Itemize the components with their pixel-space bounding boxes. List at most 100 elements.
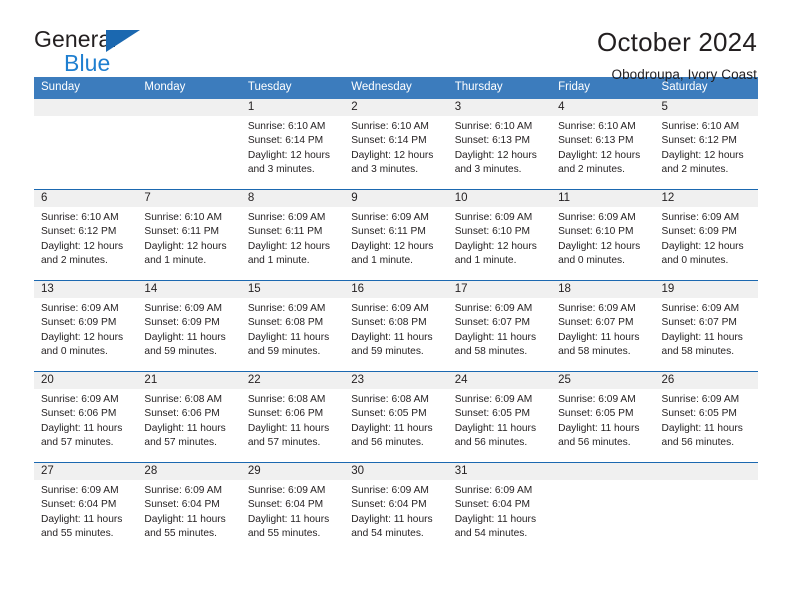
day-cell-5[interactable]: 5 Sunrise: 6:10 AM Sunset: 6:12 PM Daylight… [654,99,758,190]
day-number: 2 [344,99,448,117]
day-cell-16[interactable]: 16 Sunrise: 6:09 AM Sunset: 6:08 PM Dayligh… [344,281,448,372]
day-detail-line: and 55 minutes. [41,527,114,539]
day-detail-line: and 3 minutes. [454,163,522,175]
day-number: 30 [344,463,448,481]
day-cell-4[interactable]: 4 Sunrise: 6:10 AM Sunset: 6:13 PM Daylight… [551,99,655,190]
day-cell-18[interactable]: 18 Sunrise: 6:09 AM Sunset: 6:07 PM Dayligh… [551,281,655,372]
day-number: 22 [240,372,345,390]
calendar-week-row: 13 Sunrise: 6:09 AM Sunset: 6:09 PM Dayligh… [34,280,758,372]
day-cell-20[interactable]: 20 Sunrise: 6:09 AM Sunset: 6:06 PM Dayligh… [34,372,138,463]
day-cell-12[interactable]: 12 Sunrise: 6:09 AM Sunset: 6:09 PM Dayligh… [654,190,758,281]
day-detail-line: Daylight: 11 hours [454,513,537,525]
day-cell-empty [551,463,655,554]
day-detail-line: Sunrise: 6:10 AM [144,212,223,224]
day-detail-line: Sunset: 6:04 PM [144,499,220,511]
day-detail-line: Sunset: 6:06 PM [41,408,117,420]
day-detail-line: Sunrise: 6:10 AM [351,121,429,133]
day-cell-9[interactable]: 9 Sunrise: 6:09 AM Sunset: 6:11 PM Daylight… [344,190,448,281]
day-detail-line: Sunrise: 6:08 AM [247,394,326,406]
day-number: 14 [137,281,241,299]
day-detail-line: and 57 minutes. [144,436,217,448]
day-cell-31[interactable]: 31 Sunrise: 6:09 AM Sunset: 6:04 PM Dayligh… [447,463,552,554]
day-cell-3[interactable]: 3 Sunrise: 6:10 AM Sunset: 6:13 PM Daylight… [447,99,552,190]
day-details: Sunrise: 6:09 AM Sunset: 6:11 PM Daylight:… [241,207,344,268]
day-detail-line: Sunset: 6:09 PM [41,317,117,329]
day-cell-25[interactable]: 25 Sunrise: 6:09 AM Sunset: 6:05 PM Dayligh… [551,372,655,463]
day-cell-13[interactable]: 13 Sunrise: 6:09 AM Sunset: 6:09 PM Dayligh… [34,281,138,372]
day-cell-6[interactable]: 6 Sunrise: 6:10 AM Sunset: 6:12 PM Daylight… [34,190,138,281]
day-cell-22[interactable]: 22 Sunrise: 6:08 AM Sunset: 6:06 PM Dayligh… [240,372,345,463]
day-detail-line: Daylight: 11 hours [661,331,743,343]
day-detail-line: Sunrise: 6:09 AM [144,303,223,315]
day-cell-11[interactable]: 11 Sunrise: 6:09 AM Sunset: 6:10 PM Dayligh… [551,190,655,281]
logo-text-general: General [34,26,117,52]
day-cell-21[interactable]: 21 Sunrise: 6:08 AM Sunset: 6:06 PM Dayligh… [137,372,241,463]
day-detail-line: and 0 minutes. [41,345,108,357]
day-detail-line: Daylight: 12 hours [454,240,537,252]
day-detail-line: Sunset: 6:04 PM [454,499,531,511]
day-cell-17[interactable]: 17 Sunrise: 6:09 AM Sunset: 6:07 PM Dayligh… [447,281,552,372]
day-cell-8[interactable]: 8 Sunrise: 6:09 AM Sunset: 6:11 PM Daylight… [240,190,345,281]
general-blue-logo[interactable]: General Blue [34,28,164,84]
day-details: Sunrise: 6:09 AM Sunset: 6:07 PM Daylight:… [655,298,758,359]
day-detail-line: Sunset: 6:11 PM [351,226,426,238]
day-cell-30[interactable]: 30 Sunrise: 6:09 AM Sunset: 6:04 PM Dayligh… [344,463,448,554]
day-detail-line: Daylight: 11 hours [351,331,433,343]
weekday-header-wednesday: Wednesday [351,81,412,93]
day-details: Sunrise: 6:10 AM Sunset: 6:12 PM Daylight:… [655,116,758,177]
day-details: Sunrise: 6:09 AM Sunset: 6:05 PM Daylight:… [551,389,654,450]
day-detail-line: Sunrise: 6:10 AM [247,121,326,133]
day-cell-29[interactable]: 29 Sunrise: 6:09 AM Sunset: 6:04 PM Dayligh… [240,463,345,554]
day-cell-27[interactable]: 27 Sunrise: 6:09 AM Sunset: 6:04 PM Dayligh… [34,463,138,554]
day-cell-28[interactable]: 28 Sunrise: 6:09 AM Sunset: 6:04 PM Dayligh… [137,463,241,554]
day-detail-line: Sunrise: 6:09 AM [661,212,740,224]
day-cell-24[interactable]: 24 Sunrise: 6:09 AM Sunset: 6:05 PM Dayligh… [447,372,552,463]
day-detail-line: Sunset: 6:08 PM [351,317,427,329]
day-cell-19[interactable]: 19 Sunrise: 6:09 AM Sunset: 6:07 PM Dayligh… [654,281,758,372]
day-detail-line: Sunset: 6:04 PM [247,499,324,511]
day-number: 15 [240,281,345,299]
day-detail-line: Daylight: 12 hours [558,240,641,252]
day-details: Sunrise: 6:09 AM Sunset: 6:04 PM Daylight:… [34,480,137,541]
day-detail-line: and 3 minutes. [247,163,315,175]
day-detail-line: and 1 minute. [454,254,517,266]
day-detail-line: Sunset: 6:05 PM [454,408,531,420]
day-detail-line: Sunrise: 6:10 AM [41,212,119,224]
day-cell-10[interactable]: 10 Sunrise: 6:09 AM Sunset: 6:10 PM Dayligh… [447,190,552,281]
calendar-grid: Sunday Monday Tuesday Wednesday Thursday Frid… [34,77,758,554]
day-detail-line: Sunset: 6:14 PM [351,135,427,147]
day-details: Sunrise: 6:09 AM Sunset: 6:09 PM Daylight:… [655,207,758,268]
day-detail-line: Sunset: 6:04 PM [41,499,117,511]
day-cell-2[interactable]: 2 Sunrise: 6:10 AM Sunset: 6:14 PM Daylight… [344,99,448,190]
logo-text-blue: Blue [64,50,111,76]
day-cell-1[interactable]: 1 Sunrise: 6:10 AM Sunset: 6:14 PM Daylight… [240,99,345,190]
day-detail-line: Sunset: 6:06 PM [247,408,324,420]
day-detail-line: Daylight: 12 hours [41,331,124,343]
day-number [654,463,758,481]
day-detail-line: Sunrise: 6:08 AM [144,394,223,406]
day-cell-empty [654,463,758,554]
day-detail-line: Sunset: 6:07 PM [454,317,531,329]
day-detail-line: Sunrise: 6:09 AM [247,485,326,497]
day-details: Sunrise: 6:09 AM Sunset: 6:10 PM Daylight:… [551,207,654,268]
day-number: 3 [447,99,552,117]
day-detail-line: Sunset: 6:05 PM [558,408,634,420]
day-detail-line: Daylight: 11 hours [247,331,330,343]
day-detail-line: and 58 minutes. [661,345,735,357]
day-cell-14[interactable]: 14 Sunrise: 6:09 AM Sunset: 6:09 PM Dayligh… [137,281,241,372]
day-cell-7[interactable]: 7 Sunrise: 6:10 AM Sunset: 6:11 PM Daylight… [137,190,241,281]
logo-triangle-icon [106,30,140,52]
day-cell-15[interactable]: 15 Sunrise: 6:09 AM Sunset: 6:08 PM Dayligh… [240,281,345,372]
day-detail-line: Sunset: 6:05 PM [351,408,427,420]
day-detail-line: and 0 minutes. [661,254,729,266]
day-detail-line: Daylight: 11 hours [144,331,226,343]
day-detail-line: Sunset: 6:12 PM [41,226,117,238]
day-detail-line: Sunrise: 6:09 AM [247,303,326,315]
day-cell-26[interactable]: 26 Sunrise: 6:09 AM Sunset: 6:05 PM Dayligh… [654,372,758,463]
day-detail-line: and 56 minutes. [661,436,735,448]
day-detail-line: and 0 minutes. [558,254,625,266]
calendar-week-row: 20 Sunrise: 6:09 AM Sunset: 6:06 PM Dayligh… [34,371,758,463]
day-cell-23[interactable]: 23 Sunrise: 6:08 AM Sunset: 6:05 PM Dayligh… [344,372,448,463]
calendar-week-row: 6 Sunrise: 6:10 AM Sunset: 6:12 PM Daylight… [34,189,758,281]
day-detail-line: Daylight: 11 hours [661,422,743,434]
